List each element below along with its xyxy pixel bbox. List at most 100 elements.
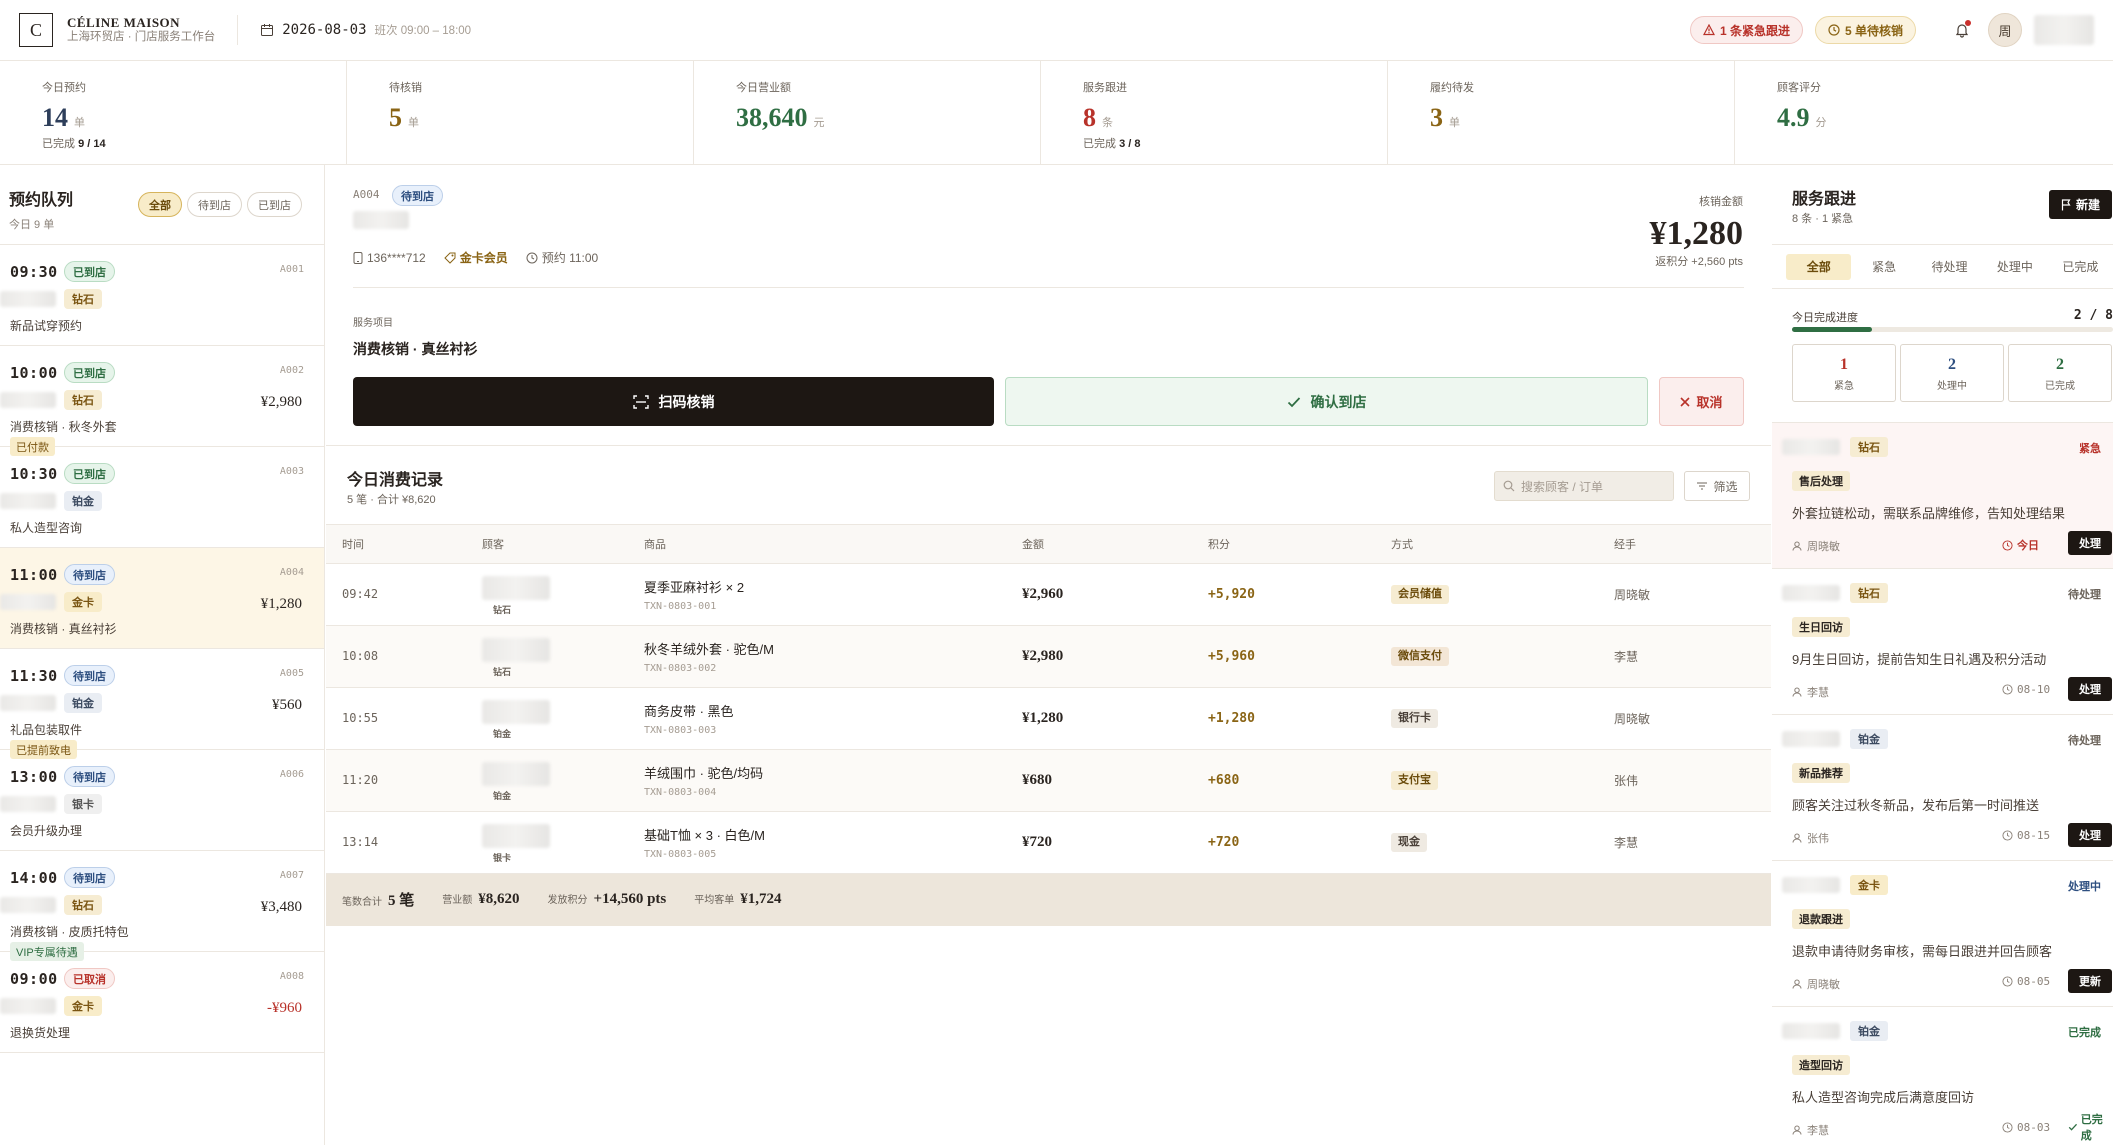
queue-item-amount: ¥3,480 xyxy=(260,899,302,915)
follow-up-tab[interactable]: 紧急 xyxy=(1851,254,1916,280)
queue-filter-chip[interactable]: 全部 xyxy=(138,192,182,217)
queue-filter-chip[interactable]: 已到店 xyxy=(247,192,302,217)
filter-label: 筛选 xyxy=(1713,479,1738,494)
follow-up-item[interactable]: 钻石 紧急 售后处理 外套拉链松动，需联系品牌维修，告知处理结果 周晓敏 今日 处理 xyxy=(1772,423,2113,569)
confirm-arrival-button[interactable]: 确认到店 xyxy=(1005,377,1648,426)
progress-stat-box[interactable]: 2 处理中 xyxy=(1900,344,2004,402)
stat-label: 履约待发 xyxy=(1430,82,1474,94)
customer-name-redacted xyxy=(1782,439,1840,455)
queue-item[interactable]: 09:30 已到店 A001 钻石 新品试穿预约 xyxy=(0,245,324,346)
customer-name-redacted xyxy=(482,762,550,786)
queue-item[interactable]: 11:00 待到店 A004 金卡 ¥1,280 消费核销 · 真丝衬衫 xyxy=(0,548,324,649)
queue-item-id: A008 xyxy=(279,971,304,982)
stat-unit: 单 xyxy=(74,117,85,129)
follow-up-tier: 铂金 xyxy=(1850,1021,1888,1041)
follow-up-item[interactable]: 钻石 待处理 生日回访 9月生日回访，提前告知生日礼遇及积分活动 李慧 08-10 处理 xyxy=(1772,569,2113,715)
search-icon xyxy=(1503,480,1515,492)
amount-label: 核销金额 xyxy=(1699,196,1743,208)
user-icon xyxy=(1792,979,1802,989)
stat-value-row: 3单 xyxy=(1430,103,1734,133)
follow-up-tab[interactable]: 已完成 xyxy=(2048,254,2113,280)
pending-writeoff-pill[interactable]: 5 单待核销 xyxy=(1814,16,1916,44)
appointment-code: A004 xyxy=(353,188,380,201)
table-header-row: 时间 顾客 商品 金额 积分 方式 经手 xyxy=(326,525,1771,564)
follow-up-tab[interactable]: 待处理 xyxy=(1917,254,1982,280)
product-name: 基础T恤 × 3 · 白色/M xyxy=(644,827,765,843)
queue-item-time: 09:00 xyxy=(10,970,58,988)
queue-item-amount: ¥1,280 xyxy=(260,596,302,612)
table-row[interactable]: 11:20 铂金 羊绒围巾 · 驼色/均码 TXN-0803-004 ¥680 +680 支… xyxy=(326,749,1771,812)
follow-up-action-button[interactable]: 处理 xyxy=(2068,823,2112,847)
follow-up-item[interactable]: 铂金 已完成 造型回访 私人造型咨询完成后满意度回访 李慧 08-03 已完成 xyxy=(1772,1007,2113,1145)
table-row[interactable]: 09:42 钻石 夏季亚麻衬衫 × 2 TXN-0803-001 ¥2,960 +5,92… xyxy=(326,563,1771,626)
brand-logo: C xyxy=(19,13,53,47)
queue-item[interactable]: 10:30 已到店 A003 铂金 私人造型咨询 xyxy=(0,447,324,548)
customer-name-redacted xyxy=(0,493,56,509)
records-search[interactable]: 搜索顾客 / 订单 xyxy=(1494,471,1674,501)
follow-up-action-button[interactable]: 处理 xyxy=(2068,677,2112,701)
row-time: 10:55 xyxy=(326,687,482,750)
table-row[interactable]: 10:08 钻石 秋冬羊绒外套 · 驼色/M TXN-0803-002 ¥2,980 +5… xyxy=(326,625,1771,688)
customer-cell: 钻石 xyxy=(482,636,552,677)
follow-up-staff: 周晓敏 xyxy=(1792,538,1840,554)
queue-item[interactable]: 13:00 待到店 A006 银卡 会员升级办理 xyxy=(0,750,324,851)
row-points: +5,960 xyxy=(1208,625,1391,688)
queue-item-tier: 金卡 xyxy=(64,996,102,1016)
user-icon xyxy=(1792,1125,1802,1135)
table-row[interactable]: 10:55 铂金 商务皮带 · 黑色 TXN-0803-003 ¥1,280 +1,280… xyxy=(326,687,1771,750)
queue-item[interactable]: 14:00 待到店 A007 钻石 ¥3,480 消费核销 · 皮质托特包 VIP专属待遇 xyxy=(0,851,324,961)
row-staff: 李慧 xyxy=(1614,625,1771,688)
notification-button[interactable] xyxy=(1948,16,1976,44)
cancel-appointment-button[interactable]: 取消 xyxy=(1659,377,1744,426)
scan-button-label: 扫码核销 xyxy=(658,393,715,410)
summary-revenue-label: 营业额 xyxy=(442,895,473,906)
queue-item-tier: 铂金 xyxy=(64,693,102,713)
follow-up-date: 08-03 xyxy=(2002,1121,2050,1134)
progress-section: 今日完成进度 2 / 8 1 紧急 2 处理中 2 已完成 xyxy=(1772,289,2113,423)
queue-item[interactable]: 09:00 已取消 A008 金卡 -¥960 退换货处理 xyxy=(0,952,324,1053)
queue-item-tier: 金卡 xyxy=(64,592,102,612)
stat-label: 服务跟进 xyxy=(1083,82,1127,94)
amount-block: 核销金额 ¥1,280 返积分 +2,560 pts xyxy=(1650,193,1744,269)
queue-item-tier: 钻石 xyxy=(64,289,102,309)
row-method: 会员储值 xyxy=(1391,563,1614,626)
queue-filter-chip[interactable]: 待到店 xyxy=(187,192,242,217)
warning-icon xyxy=(1702,24,1715,36)
summary-average-label: 平均客单 xyxy=(694,895,735,906)
queue-item[interactable]: 10:00 已到店 A002 钻石 ¥2,980 消费核销 · 秋冬外套 已付款 xyxy=(0,346,324,456)
table-column-header: 方式 xyxy=(1391,525,1614,564)
scan-writeoff-button[interactable]: 扫码核销 xyxy=(353,377,994,426)
urgent-pill-label: 1 条紧急跟进 xyxy=(1719,23,1790,38)
brand-block: CÉLINE MAISON 上海环贸店 · 门店服务工作台 xyxy=(67,16,215,44)
clock-icon xyxy=(2002,684,2013,695)
follow-up-action-label: 已完成 xyxy=(2080,1114,2103,1142)
table-row[interactable]: 13:14 银卡 基础T恤 × 3 · 白色/M TXN-0803-005 ¥720 +7… xyxy=(326,811,1771,874)
queue-item-time: 11:30 xyxy=(10,667,58,685)
progress-stat-box[interactable]: 1 紧急 xyxy=(1792,344,1896,402)
progress-stat-box[interactable]: 2 已完成 xyxy=(2008,344,2112,402)
follow-up-item[interactable]: 铂金 待处理 新品推荐 顾客关注过秋冬新品，发布后第一时间推送 张伟 08-15 处理 xyxy=(1772,715,2113,861)
clock-icon xyxy=(2002,1122,2013,1133)
payment-method-badge: 微信支付 xyxy=(1391,646,1449,666)
queue-item-service: 消费核销 · 秋冬外套 xyxy=(10,420,117,434)
urgent-followup-pill[interactable]: 1 条紧急跟进 xyxy=(1689,16,1803,44)
follow-up-tab[interactable]: 全部 xyxy=(1786,253,1852,280)
date-selector[interactable]: 2026-08-03 班次 09:00 – 18:00 xyxy=(260,22,471,38)
user-icon xyxy=(1792,541,1802,551)
user-avatar[interactable]: 周 xyxy=(1988,13,2022,47)
progress-bar xyxy=(1792,327,2113,332)
follow-up-action-button[interactable]: 处理 xyxy=(2068,531,2112,555)
progress-stat-value: 1 xyxy=(1840,356,1848,373)
transaction-code: TXN-0803-001 xyxy=(644,600,717,612)
follow-up-action-button[interactable]: 更新 xyxy=(2068,969,2112,993)
queue-item-status: 已到店 xyxy=(64,362,115,383)
summary-average: 平均客单 ¥1,724 xyxy=(694,891,781,908)
row-method: 微信支付 xyxy=(1391,625,1614,688)
row-time: 10:08 xyxy=(326,625,482,688)
queue-item[interactable]: 11:30 待到店 A005 铂金 ¥560 礼品包装取件 已提前致电 xyxy=(0,649,324,759)
filter-button[interactable]: 筛选 xyxy=(1684,471,1750,501)
follow-up-tab[interactable]: 处理中 xyxy=(1982,254,2047,280)
stat-card: 顾客评分 4.9 分 xyxy=(1735,61,2082,164)
follow-up-item[interactable]: 金卡 处理中 退款跟进 退款申请待财务审核，需每日跟进并回告顾客 周晓敏 08-05 更新 xyxy=(1772,861,2113,1007)
new-follow-up-button[interactable]: 新建 xyxy=(2049,190,2112,219)
